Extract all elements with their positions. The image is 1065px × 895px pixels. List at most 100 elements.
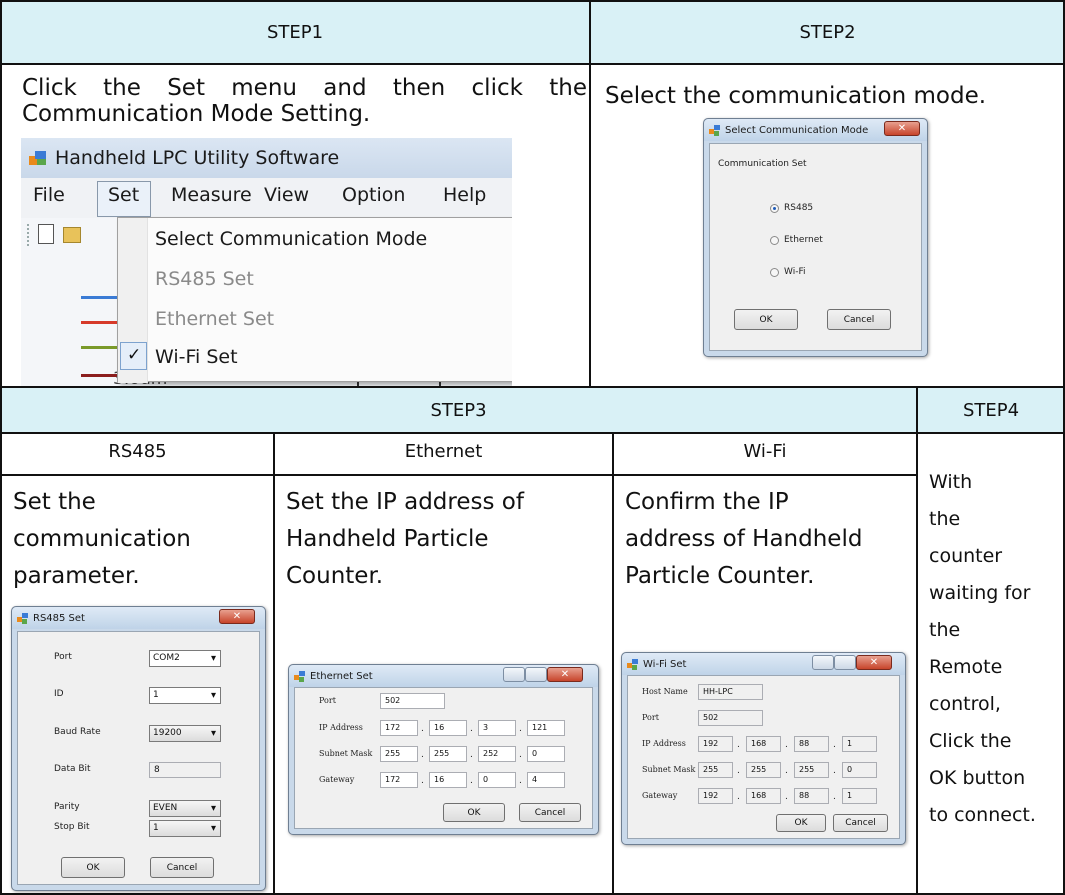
app-icon	[17, 612, 28, 624]
gateway-octet-2: 168	[746, 788, 781, 804]
ip-octet-3: 88	[794, 736, 829, 752]
ok-button[interactable]: OK	[776, 814, 826, 832]
step4-header: STEP4	[918, 388, 1064, 433]
ip-octet-3[interactable]: 3	[478, 720, 516, 736]
menu-view[interactable]: View	[264, 184, 309, 206]
grid-line	[0, 474, 918, 476]
step4-text-line: waiting for	[929, 582, 1031, 604]
ip-octet-2: 168	[746, 736, 781, 752]
cancel-button[interactable]: Cancel	[150, 857, 214, 878]
radio-wifi[interactable]	[770, 268, 779, 277]
octet-separator: .	[470, 750, 473, 760]
dialog-body: Communication Set RS485 Ethernet Wi-Fi O…	[709, 143, 922, 351]
toolbar-grip	[27, 224, 29, 246]
ethernet-header: Ethernet	[404, 441, 483, 462]
wifi-text-line: address of Handheld	[625, 526, 863, 552]
ip-octet-1[interactable]: 172	[380, 720, 418, 736]
step4-text-line: the	[929, 508, 961, 530]
grid-line	[0, 386, 1065, 388]
grid-line	[0, 63, 1065, 65]
ok-button[interactable]: OK	[61, 857, 125, 878]
octet-separator: .	[519, 724, 522, 734]
radio-rs485[interactable]	[770, 204, 779, 213]
maximize-icon[interactable]	[834, 655, 856, 670]
host-name-label: Host Name	[642, 687, 688, 696]
menu-option[interactable]: Option	[342, 184, 405, 206]
gateway-octet-2[interactable]: 16	[429, 772, 467, 788]
port-field: 502	[698, 710, 763, 726]
menu-item-rs485-set[interactable]: RS485 Set	[155, 268, 254, 290]
ok-button[interactable]: OK	[734, 309, 798, 330]
step2-header: STEP2	[591, 1, 1064, 64]
close-icon[interactable]: ✕	[856, 655, 892, 670]
step4-text-line: With	[929, 471, 973, 493]
gateway-octet-4[interactable]: 4	[527, 772, 565, 788]
subnet-octet-4: 0	[842, 762, 877, 778]
cancel-button[interactable]: Cancel	[519, 803, 581, 822]
close-icon[interactable]: ✕	[219, 609, 255, 624]
port-field[interactable]: 502	[380, 693, 445, 709]
gateway-octet-1[interactable]: 172	[380, 772, 418, 788]
subnet-mask-label: Subnet Mask	[642, 765, 696, 774]
octet-separator: .	[785, 792, 788, 802]
port-select[interactable]: COM2	[149, 650, 221, 667]
dialog-title: Wi-Fi Set	[643, 658, 687, 670]
minimize-icon[interactable]	[812, 655, 834, 670]
rs485-text-line: Set the	[13, 489, 96, 515]
cancel-button[interactable]: Cancel	[833, 814, 888, 832]
gateway-octet-3: 88	[794, 788, 829, 804]
menu-file[interactable]: File	[33, 184, 65, 206]
menu-item-select-communication-mode[interactable]: Select Communication Mode	[155, 228, 427, 250]
radio-wifi-label: Wi-Fi	[784, 267, 806, 277]
gateway-octet-3[interactable]: 0	[478, 772, 516, 788]
close-icon[interactable]: ✕	[884, 121, 920, 136]
step1-text: Click the Set menu and then click the Co…	[22, 75, 587, 127]
cancel-button[interactable]: Cancel	[827, 309, 891, 330]
grid-line	[612, 432, 614, 895]
grid-line	[589, 0, 591, 388]
app-icon	[627, 658, 638, 670]
new-file-icon[interactable]	[38, 224, 54, 244]
octet-separator: .	[785, 740, 788, 750]
radio-ethernet[interactable]	[770, 236, 779, 245]
ok-button[interactable]: OK	[443, 803, 505, 822]
step3-header-label: STEP3	[430, 400, 487, 421]
app-window-title-text: Handheld LPC Utility Software	[55, 147, 340, 169]
subnet-octet-3[interactable]: 252	[478, 746, 516, 762]
octet-separator: .	[833, 792, 836, 802]
open-folder-icon[interactable]	[63, 227, 81, 243]
wifi-set-dialog: Wi-Fi Set ✕ Host Name HH-LPC Port 502 IP…	[621, 652, 906, 845]
maximize-icon[interactable]	[525, 667, 547, 682]
parity-select[interactable]: EVEN	[149, 800, 221, 817]
grid-line	[0, 0, 1065, 2]
menu-measure[interactable]: Measure	[171, 184, 252, 206]
subnet-octet-1[interactable]: 255	[380, 746, 418, 762]
ip-octet-2[interactable]: 16	[429, 720, 467, 736]
baud-rate-select[interactable]: 19200	[149, 725, 221, 742]
port-label: Port	[319, 696, 336, 705]
step2-header-label: STEP2	[799, 22, 856, 43]
rs485-set-dialog: RS485 Set ✕ Port COM2 ID 1 Baud Rate 192…	[11, 606, 266, 891]
menu-item-wifi-set[interactable]: Wi-Fi Set	[155, 346, 238, 368]
minimize-icon[interactable]	[503, 667, 525, 682]
stop-bit-select[interactable]: 1	[149, 820, 221, 837]
menu-item-ethernet-set[interactable]: Ethernet Set	[155, 308, 274, 330]
dialog-body: Host Name HH-LPC Port 502 IP Address 192…	[627, 675, 900, 839]
gateway-label: Gateway	[642, 791, 678, 800]
step4-text-line: counter	[929, 545, 1003, 567]
grid-line	[0, 432, 1065, 434]
octet-separator: .	[519, 750, 522, 760]
legend-line-green	[81, 346, 121, 349]
menu-help[interactable]: Help	[443, 184, 486, 206]
subnet-octet-4[interactable]: 0	[527, 746, 565, 762]
menu-set[interactable]: Set	[108, 184, 139, 206]
ip-octet-4[interactable]: 121	[527, 720, 565, 736]
subnet-mask-label: Subnet Mask	[319, 749, 373, 758]
rs485-text-line: parameter.	[13, 563, 140, 589]
close-icon[interactable]: ✕	[547, 667, 583, 682]
wifi-text-line: Confirm the IP	[625, 489, 789, 515]
id-select[interactable]: 1	[149, 687, 221, 704]
dialog-title: Ethernet Set	[310, 670, 373, 682]
subnet-octet-2[interactable]: 255	[429, 746, 467, 762]
legend-line-red	[81, 321, 121, 324]
